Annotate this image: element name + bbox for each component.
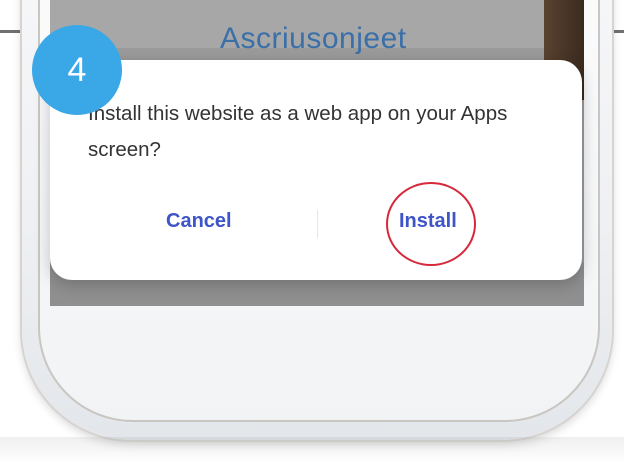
button-divider [317,210,318,238]
tutorial-scene: Ascriusonjeet Install this website as a … [0,0,624,463]
screen-title: Ascriusonjeet [220,22,407,55]
bottom-shadow [0,437,624,463]
step-badge: 4 [32,25,122,115]
dialog-message: Install this website as a web app on you… [88,102,508,161]
install-dialog: Install this website as a web app on you… [50,60,582,280]
install-button[interactable]: Install [399,210,457,233]
cancel-button[interactable]: Cancel [166,210,232,233]
